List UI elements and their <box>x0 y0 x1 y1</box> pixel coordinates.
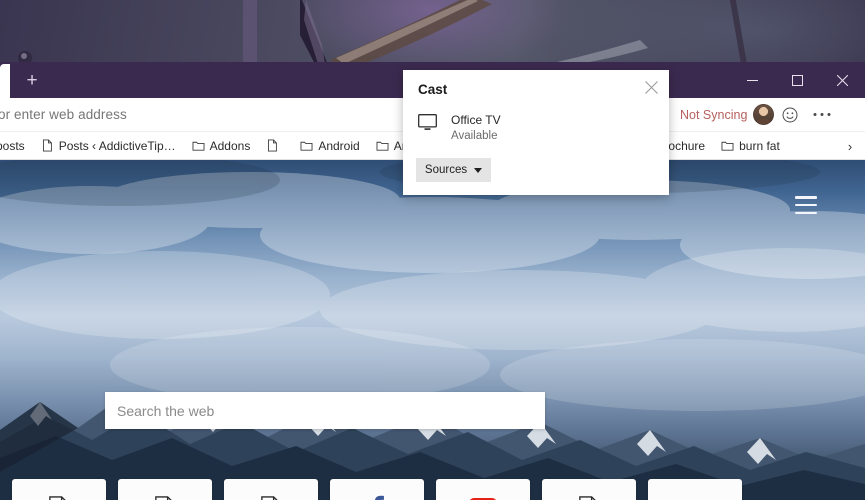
favorite-label: posts <box>0 138 25 153</box>
page-icon <box>42 139 52 152</box>
youtube-icon <box>469 495 497 500</box>
close-icon <box>837 74 848 86</box>
page-icon <box>268 139 278 152</box>
page-icon <box>261 495 281 500</box>
wallpaper-strokes <box>18 0 748 70</box>
close-button[interactable] <box>820 62 865 98</box>
address-bar-text: or enter web address <box>0 107 127 122</box>
tile-facebook[interactable]: Facebook <box>330 479 424 500</box>
chevron-down-icon <box>474 167 483 173</box>
tile-blurred-2[interactable]: Blurred Site <box>542 479 636 500</box>
favorite-label: burn fat <box>739 138 780 153</box>
tile-addictivetips[interactable]: AddictiveTips <box>12 479 106 500</box>
tab-active[interactable] <box>0 64 10 98</box>
tab-strip: + <box>0 62 54 98</box>
close-icon <box>644 80 658 94</box>
facebook-icon <box>369 495 385 500</box>
folder-icon <box>376 141 389 151</box>
cast-device-text: Office TV Available <box>451 112 501 145</box>
smiley-icon <box>782 107 798 122</box>
more-icon <box>813 113 831 116</box>
feedback-button[interactable] <box>774 100 806 130</box>
window-controls <box>730 62 865 98</box>
top-sites-tiles: AddictiveTips Wordpress Site <box>12 479 742 500</box>
cast-flyout-panel: Cast Office TV Available Sources <box>403 70 669 195</box>
favorite-label: Addons <box>209 138 251 153</box>
favorite-item[interactable] <box>258 134 292 158</box>
page-icon <box>49 495 69 500</box>
minimize-icon <box>747 79 758 81</box>
favorite-item[interactable]: Addons <box>184 134 259 158</box>
favorites-overflow-button[interactable]: › <box>839 135 861 157</box>
maximize-button[interactable] <box>775 62 820 98</box>
toolbar-right-group: Not Syncing <box>672 100 838 130</box>
folder-icon <box>300 141 313 151</box>
cast-sources-button[interactable]: Sources <box>416 158 491 182</box>
cast-close-button[interactable] <box>639 75 663 99</box>
tile-youtube[interactable]: YouTube <box>436 479 530 500</box>
maximize-icon <box>792 74 803 86</box>
page-icon <box>155 495 175 500</box>
favorite-item[interactable]: Posts ‹ AddictiveTip… <box>33 134 184 158</box>
page-menu-button[interactable] <box>795 196 817 214</box>
tile-add-site[interactable]: + <box>648 479 742 500</box>
favorite-item[interactable]: burn fat <box>713 134 788 158</box>
cast-panel-title: Cast <box>418 82 448 97</box>
folder-icon <box>192 141 205 151</box>
cast-device-row[interactable]: Office TV Available <box>418 112 501 145</box>
search-placeholder: Search the web <box>117 402 215 419</box>
cast-device-state: Available <box>451 130 498 143</box>
cast-device-name: Office TV <box>451 113 501 127</box>
favorite-item[interactable]: posts <box>0 134 33 158</box>
favorite-item[interactable]: Android <box>292 134 367 158</box>
avatar[interactable] <box>753 104 775 125</box>
page-icon <box>579 495 599 500</box>
display-icon <box>418 114 437 136</box>
favorite-label: Android <box>318 138 360 153</box>
more-menu-button[interactable] <box>806 100 838 130</box>
minimize-button[interactable] <box>730 62 775 98</box>
new-tab-page: Search the web AddictiveTips <box>0 160 865 500</box>
folder-icon <box>721 141 734 151</box>
hamburger-line <box>795 196 817 199</box>
tile-add-new-post[interactable]: Add New Post ... <box>224 479 318 500</box>
hamburger-line <box>795 203 817 207</box>
tile-blurred-1[interactable]: Wordpress Site <box>118 479 212 500</box>
sync-status-label[interactable]: Not Syncing <box>672 108 753 122</box>
search-input[interactable]: Search the web <box>105 392 545 429</box>
new-tab-button[interactable]: + <box>10 64 54 98</box>
hamburger-line <box>795 211 817 214</box>
cast-sources-label: Sources <box>424 164 468 176</box>
favorite-label: Posts ‹ AddictiveTip… <box>58 138 176 153</box>
